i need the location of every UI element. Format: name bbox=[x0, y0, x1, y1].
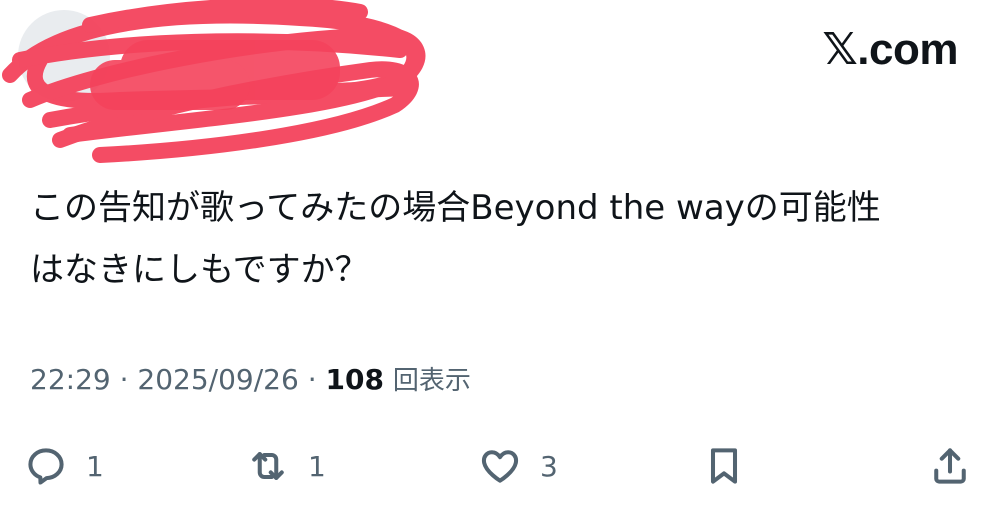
view-count: 108 bbox=[325, 363, 384, 396]
share-icon bbox=[934, 448, 966, 484]
retweet-icon bbox=[252, 452, 284, 480]
tweet-date[interactable]: 2025/09/26 bbox=[137, 363, 298, 396]
heart-icon bbox=[481, 450, 519, 483]
tweet-text: この告知が歌ってみたの場合Beyond the wayの可能性 はなきにしもです… bbox=[30, 188, 881, 290]
reply-button[interactable]: 1 bbox=[24, 438, 104, 494]
share-button[interactable] bbox=[928, 438, 972, 494]
tweet-time[interactable]: 22:29 bbox=[30, 363, 111, 396]
reply-count: 1 bbox=[86, 449, 104, 483]
action-bar: 1 1 3 bbox=[0, 438, 1000, 494]
like-button[interactable]: 3 bbox=[478, 438, 558, 494]
x-logo[interactable]: 𝕏.com bbox=[822, 24, 958, 75]
bookmark-icon bbox=[710, 448, 738, 484]
tweet-card: 𝕏.com この告知が歌ってみたの場合Beyond the wayの可能性 はな… bbox=[0, 0, 1000, 513]
redaction-scribble bbox=[2, 0, 426, 163]
meta-separator: · bbox=[307, 363, 326, 396]
like-count: 3 bbox=[540, 449, 558, 483]
bookmark-button[interactable] bbox=[702, 438, 746, 494]
view-count-label: 回表示 bbox=[392, 366, 471, 396]
tweet-meta: 22:29 · 2025/09/26 · 108 回表示 bbox=[30, 360, 471, 397]
retweet-button[interactable]: 1 bbox=[246, 438, 326, 494]
reply-icon bbox=[28, 448, 64, 485]
retweet-count: 1 bbox=[308, 449, 326, 483]
meta-separator: · bbox=[119, 363, 138, 396]
